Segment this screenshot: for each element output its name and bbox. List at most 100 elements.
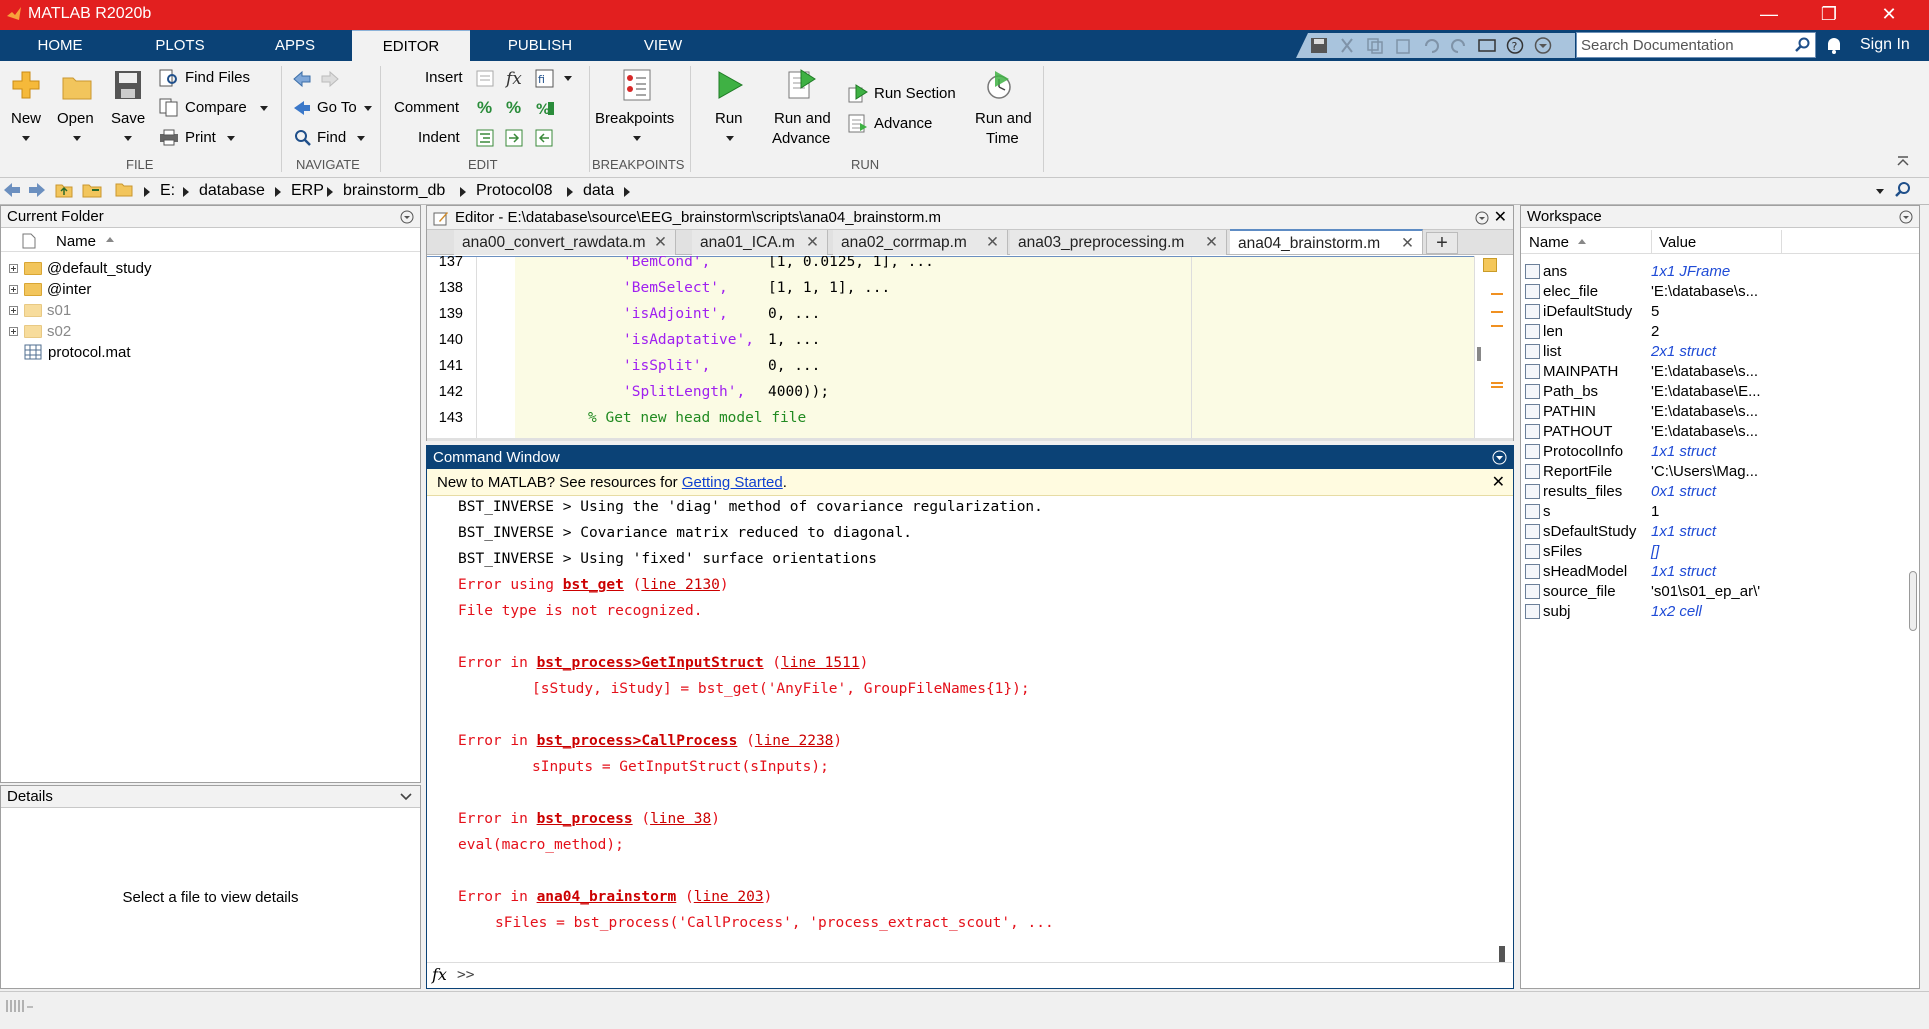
find-button[interactable]: Find [317,129,346,146]
insert-section-icon[interactable] [475,69,495,88]
workspace-scrollbar-thumb[interactable] [1909,571,1917,631]
table-row[interactable]: sDefaultStudy 1x1 struct [1521,522,1841,542]
copy-icon[interactable] [1366,37,1384,54]
function-browser-icon[interactable]: fx [432,965,447,984]
advance-button[interactable]: Advance [874,115,932,132]
warning-marker[interactable] [1491,386,1503,388]
comment-icon[interactable]: % [477,98,492,118]
save-button[interactable]: Save [111,110,145,127]
switch-windows-icon[interactable] [1478,37,1496,54]
panel-actions-icon[interactable] [400,210,414,224]
back-icon[interactable] [3,182,21,198]
panel-actions-icon[interactable] [1899,210,1913,224]
forward-arrow-icon[interactable] [320,70,340,88]
error-function-link[interactable]: bst_process>CallProcess [537,733,738,749]
close-tab-icon[interactable]: ✕ [1401,231,1414,256]
save-file-icon[interactable] [114,70,142,100]
table-row[interactable]: ans 1x1 JFrame [1521,262,1841,282]
smart-indent-icon[interactable] [475,128,495,148]
column-divider[interactable] [1651,230,1652,254]
details-header[interactable]: Details [1,786,420,808]
warning-marker[interactable] [1491,382,1503,384]
tab-view[interactable]: VIEW [623,30,703,61]
expand-icon[interactable] [9,284,18,294]
scrollbar-thumb[interactable] [1477,347,1481,361]
table-row[interactable]: results_files 0x1 struct [1521,482,1841,502]
table-row[interactable]: len 2 [1521,322,1841,342]
find-icon[interactable] [294,129,312,147]
list-item[interactable]: @default_study [9,258,151,278]
close-tab-icon[interactable]: ✕ [986,230,999,255]
error-line-link[interactable]: line 1511 [781,655,860,671]
run-section-icon[interactable] [848,84,868,103]
compare-dropdown-icon[interactable] [260,106,268,111]
close-tab-icon[interactable]: ✕ [806,230,819,255]
table-row[interactable]: MAINPATH 'E:\database\s... [1521,362,1841,382]
print-dropdown-icon[interactable] [227,136,235,141]
run-and-advance-label-1[interactable]: Run and [774,110,831,127]
options-dropdown-icon[interactable] [1534,37,1552,54]
advance-icon[interactable] [848,114,868,133]
table-row[interactable]: PATHOUT 'E:\database\s... [1521,422,1841,442]
table-row[interactable]: sHeadModel 1x1 struct [1521,562,1841,582]
decrease-indent-icon[interactable] [534,128,554,148]
breadcrumb-drive[interactable]: E: [160,182,175,200]
error-function-link[interactable]: ana04_brainstorm [537,889,677,905]
error-line-link[interactable]: line 2130 [641,577,720,593]
editor-tab[interactable]: ana01_ICA.m ✕ [692,230,828,255]
error-function-link[interactable]: bst_process>GetInputStruct [537,655,764,671]
notification-bell-icon[interactable] [1825,35,1843,55]
collapse-ribbon-icon[interactable] [1896,155,1910,169]
chevron-down-icon[interactable] [400,792,412,802]
panel-actions-icon[interactable] [1492,450,1507,465]
table-row[interactable]: Path_bs 'E:\database\E... [1521,382,1841,402]
table-row[interactable]: s1 [1521,502,1841,522]
error-line-link[interactable]: line 2238 [755,733,834,749]
error-line-link[interactable]: line 203 [694,889,764,905]
resize-grip-icon[interactable] [5,998,35,1014]
open-folder-icon[interactable] [62,74,92,100]
up-folder-icon[interactable] [55,181,73,198]
new-dropdown-icon[interactable] [22,136,30,141]
find-files-button[interactable]: Find Files [185,69,250,86]
save-icon[interactable] [1310,37,1328,54]
error-function-link[interactable]: bst_process [537,811,633,827]
tab-publish[interactable]: PUBLISH [500,30,580,61]
search-documentation-input[interactable]: Search Documentation [1576,32,1816,58]
search-folder-icon[interactable] [1894,181,1912,199]
editor-vertical-scrollbar[interactable] [1474,256,1513,440]
tab-editor[interactable]: EDITOR [352,30,470,61]
breakpoints-icon[interactable] [622,69,652,101]
editor-tab[interactable]: ana03_preprocessing.m ✕ [1010,230,1227,255]
tab-apps[interactable]: APPS [255,30,335,61]
table-row[interactable]: sFiles [] [1521,542,1841,562]
search-icon[interactable] [1795,37,1811,53]
panel-actions-icon[interactable] [1475,211,1489,225]
restore-icon[interactable]: ❐ [1802,0,1856,30]
code-analyzer-warning-icon[interactable] [1483,258,1497,272]
cut-icon[interactable] [1338,37,1356,54]
new-button[interactable]: New [11,110,41,127]
expand-icon[interactable] [9,263,18,273]
name-column-header[interactable]: Name [1529,234,1569,251]
list-item[interactable]: @inter [9,279,91,299]
save-dropdown-icon[interactable] [124,136,132,141]
run-and-time-icon[interactable] [985,70,1013,102]
close-tab-icon[interactable]: ✕ [654,230,667,255]
table-row[interactable]: source_file 's01\s01_ep_ar\' [1521,582,1841,602]
browse-folder-icon[interactable] [82,181,102,198]
print-button[interactable]: Print [185,129,216,146]
breadcrumb-database[interactable]: database [199,182,265,200]
find-dropdown-icon[interactable] [357,136,365,141]
tab-home[interactable]: HOME [20,30,100,61]
print-icon[interactable] [159,129,179,146]
close-banner-icon[interactable]: ✕ [1492,469,1505,496]
breadcrumb-erp[interactable]: ERP [291,182,324,200]
close-editor-icon[interactable]: ✕ [1494,206,1507,230]
breakpoints-button[interactable]: Breakpoints [595,110,674,127]
command-input-line[interactable]: fx >> [427,962,1512,988]
redo-icon[interactable] [1450,37,1468,54]
breadcrumb-brainstorm-db[interactable]: brainstorm_db [343,182,445,200]
warning-marker[interactable] [1491,293,1503,295]
paste-icon[interactable] [1394,37,1412,54]
